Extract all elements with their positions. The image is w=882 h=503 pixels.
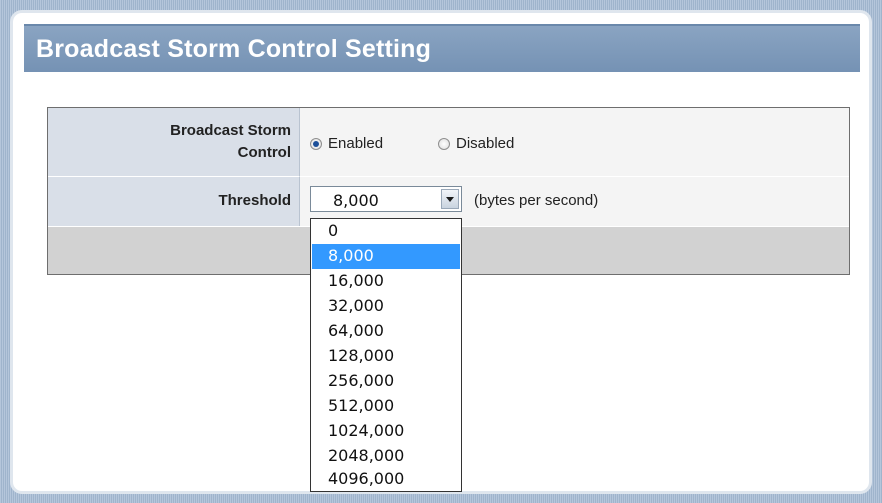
threshold-option-2048000[interactable]: 2048,000 [312,444,460,469]
threshold-option-32000[interactable]: 32,000 [312,294,460,319]
enabled-radio[interactable] [310,138,322,150]
threshold-option-256000[interactable]: 256,000 [312,369,460,394]
threshold-select[interactable]: 8,000 [310,186,462,212]
section-header: Broadcast Storm Control Setting [24,24,860,72]
storm-control-label-line2: Control [237,144,291,161]
enabled-label[interactable]: Enabled [328,135,383,152]
threshold-label-cell: Threshold [48,176,300,226]
disabled-label[interactable]: Disabled [456,135,514,152]
threshold-option-128000[interactable]: 128,000 [312,344,460,369]
threshold-options-list[interactable]: 0 8,000 16,000 32,000 64,000 128,000 256… [310,218,462,492]
chevron-down-icon[interactable] [441,189,459,209]
storm-control-label-cell: Broadcast Storm Control [48,108,300,176]
threshold-label: Threshold [218,192,291,209]
threshold-option-4096000[interactable]: 4096,000 [312,467,460,492]
threshold-selected-value: 8,000 [333,191,379,210]
storm-control-label-line1: Broadcast Storm [170,122,291,139]
threshold-option-0[interactable]: 0 [312,219,460,244]
storm-control-value-cell: Enabled Disabled [300,108,849,176]
threshold-option-64000[interactable]: 64,000 [312,319,460,344]
action-row-left [48,226,300,274]
disabled-radio[interactable] [438,138,450,150]
page-title: Broadcast Storm Control Setting [36,35,432,63]
threshold-option-16000[interactable]: 16,000 [312,269,460,294]
threshold-option-512000[interactable]: 512,000 [312,394,460,419]
threshold-unit: (bytes per second) [474,192,599,209]
threshold-option-1024000[interactable]: 1024,000 [312,419,460,444]
threshold-option-8000[interactable]: 8,000 [312,244,460,269]
